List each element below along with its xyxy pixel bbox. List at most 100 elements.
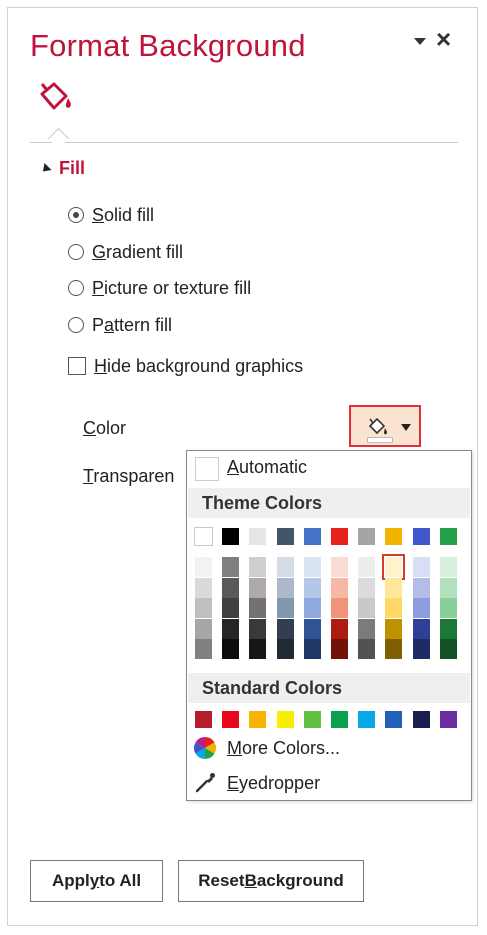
theme-shade-swatch[interactable]	[385, 618, 403, 639]
standard-colors-header: Standard Colors	[188, 673, 470, 703]
theme-shade-swatch[interactable]	[195, 598, 212, 618]
picture-texture-fill-radio[interactable]: Picture or texture fill	[68, 276, 251, 300]
theme-shade-swatch[interactable]	[249, 598, 267, 618]
theme-shade-swatch[interactable]	[249, 577, 267, 598]
theme-shade-swatch[interactable]	[276, 598, 294, 618]
theme-shade-swatch[interactable]	[358, 598, 376, 618]
theme-color-swatch[interactable]	[358, 528, 376, 545]
theme-shade-swatch[interactable]	[331, 557, 348, 577]
theme-color-swatch[interactable]	[194, 527, 213, 546]
fill-color-button[interactable]	[349, 405, 421, 447]
theme-shade-swatch[interactable]	[195, 639, 212, 659]
option-label: Gradient fill	[92, 241, 184, 262]
collapse-triangle-icon	[39, 162, 52, 176]
theme-shade-swatch[interactable]	[358, 618, 376, 639]
theme-color-swatch[interactable]	[303, 528, 321, 545]
standard-color-swatch[interactable]	[276, 711, 294, 728]
theme-shade-swatch[interactable]	[412, 577, 430, 598]
pattern-fill-radio[interactable]: Pattern fill	[68, 313, 172, 337]
theme-shade-swatch[interactable]	[276, 557, 294, 577]
standard-color-swatch[interactable]	[358, 711, 376, 728]
standard-color-swatch[interactable]	[303, 711, 321, 728]
color-label: Color	[83, 418, 127, 438]
theme-shade-swatch[interactable]	[412, 639, 430, 659]
theme-shade-swatch[interactable]	[412, 598, 430, 618]
theme-shade-swatch[interactable]	[249, 618, 267, 639]
checkbox	[68, 357, 86, 375]
theme-shade-swatch[interactable]	[303, 598, 321, 618]
theme-shade-swatch[interactable]	[412, 618, 430, 639]
theme-color-swatch[interactable]	[439, 528, 457, 545]
theme-shade-swatch[interactable]	[439, 557, 457, 577]
theme-shade-swatch[interactable]	[222, 557, 240, 577]
theme-shade-swatch[interactable]	[276, 577, 294, 598]
theme-shade-swatch[interactable]	[276, 618, 294, 639]
theme-shade-swatch[interactable]	[439, 639, 457, 659]
theme-colors-header: Theme Colors	[188, 488, 470, 518]
close-icon[interactable]: ×	[436, 26, 451, 52]
theme-shade-swatch[interactable]	[331, 618, 348, 639]
standard-color-swatch[interactable]	[249, 711, 267, 728]
theme-shade-swatch[interactable]	[195, 577, 212, 598]
solid-fill-radio[interactable]: Solid fill	[68, 203, 154, 227]
theme-shade-swatch[interactable]	[331, 577, 348, 598]
theme-shade-swatch[interactable]	[385, 598, 403, 618]
theme-color-swatch[interactable]	[222, 528, 240, 545]
theme-shade-swatch[interactable]	[358, 577, 376, 598]
automatic-swatch	[195, 457, 219, 481]
theme-shade-swatch[interactable]	[303, 577, 321, 598]
theme-shade-swatch[interactable]	[331, 639, 348, 659]
hide-background-graphics-checkbox[interactable]: Hide background graphics	[68, 354, 303, 378]
automatic-label: Automatic	[227, 457, 308, 477]
theme-shade-swatch[interactable]	[303, 639, 321, 659]
theme-shade-swatch[interactable]	[385, 577, 403, 598]
theme-shade-swatch[interactable]	[439, 618, 457, 639]
theme-shade-swatch[interactable]	[195, 557, 212, 577]
standard-color-swatch[interactable]	[439, 711, 457, 728]
pane-options-dropdown-icon[interactable]	[412, 34, 428, 48]
theme-color-swatch[interactable]	[249, 528, 267, 545]
automatic-color-option[interactable]: Automatic	[187, 451, 471, 484]
option-label: Picture or texture fill	[92, 277, 252, 298]
standard-color-swatch[interactable]	[195, 711, 212, 728]
theme-shade-swatch[interactable]	[303, 557, 321, 577]
theme-shade-swatch[interactable]	[249, 557, 267, 577]
standard-color-swatch[interactable]	[412, 711, 430, 728]
standard-color-swatch[interactable]	[331, 711, 348, 728]
current-color-swatch	[367, 437, 393, 443]
gradient-fill-radio[interactable]: Gradient fill	[68, 240, 183, 264]
fill-bucket-icon[interactable]	[36, 78, 80, 114]
theme-shade-swatch[interactable]	[439, 577, 457, 598]
transparency-label: Transparen	[83, 466, 175, 486]
theme-shade-swatch[interactable]	[303, 618, 321, 639]
chevron-down-icon	[401, 424, 411, 431]
theme-shade-swatch[interactable]	[439, 598, 457, 618]
more-colors-option[interactable]: More Colors...	[187, 733, 471, 763]
standard-color-swatch[interactable]	[222, 711, 240, 728]
theme-color-swatch[interactable]	[276, 528, 294, 545]
theme-shade-swatch[interactable]	[222, 639, 240, 659]
theme-shade-swatch[interactable]	[358, 639, 376, 659]
theme-shade-swatch[interactable]	[222, 598, 240, 618]
fill-section-label: Fill	[59, 157, 85, 178]
theme-color-swatch[interactable]	[385, 528, 403, 545]
theme-shade-swatch[interactable]	[331, 598, 348, 618]
theme-shade-swatch[interactable]	[249, 639, 267, 659]
fill-section-toggle[interactable]: Fill	[39, 157, 85, 178]
theme-shade-swatch[interactable]	[276, 639, 294, 659]
reset-background-button[interactable]: Reset Background	[178, 860, 364, 902]
theme-color-swatch[interactable]	[331, 528, 348, 545]
apply-to-all-button[interactable]: Appl y to All	[30, 860, 163, 902]
standard-color-swatch[interactable]	[385, 711, 403, 728]
theme-shade-swatch[interactable]	[412, 557, 430, 577]
theme-shade-swatch[interactable]	[222, 577, 240, 598]
theme-shade-swatch[interactable]	[195, 618, 212, 639]
theme-shade-swatch[interactable]	[385, 639, 403, 659]
eyedropper-option[interactable]: Eyedropper	[187, 768, 471, 798]
theme-color-swatch[interactable]	[412, 528, 430, 545]
option-label: Solid fill	[92, 204, 155, 225]
theme-shade-swatch[interactable]	[222, 618, 240, 639]
radio-button	[68, 280, 84, 296]
theme-shade-swatch[interactable]	[358, 557, 376, 577]
theme-shade-swatch[interactable]	[382, 554, 406, 580]
